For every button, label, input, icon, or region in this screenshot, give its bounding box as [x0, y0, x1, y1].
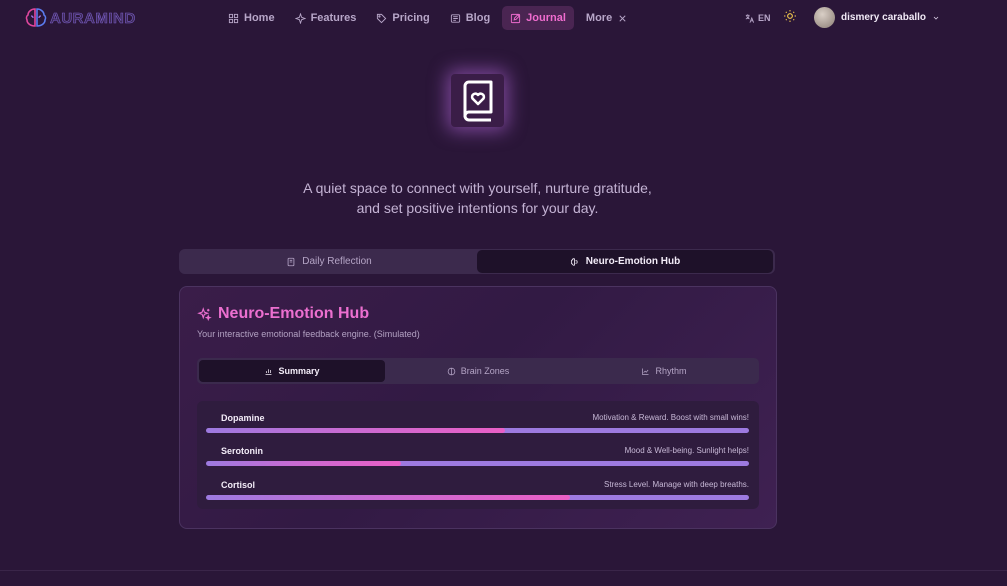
translate-icon	[745, 13, 755, 23]
line-chart-icon	[642, 368, 649, 375]
level-row-dopamine: Dopamine Motivation & Reward. Boost with…	[197, 413, 759, 443]
tab-summary-label: Summary	[278, 366, 320, 376]
close-icon	[619, 14, 626, 22]
bar-chart-icon	[265, 368, 272, 375]
level-description: Motivation & Reward. Boost with small wi…	[592, 413, 750, 422]
level-description: Stress Level. Manage with deep breaths.	[604, 480, 749, 489]
sparkle-icon	[294, 12, 306, 24]
hub-tabs: Summary Brain Zones Rhythm	[197, 358, 759, 384]
level-name: Dopamine	[221, 413, 265, 423]
level-bar	[206, 495, 749, 500]
edit-icon	[511, 13, 521, 23]
tab-daily-reflection[interactable]: Daily Reflection	[181, 250, 477, 273]
nav-blog[interactable]: Blog	[442, 6, 498, 30]
level-row-cortisol: Cortisol Stress Level. Manage with deep …	[197, 480, 759, 510]
user-name: dismery caraballo	[841, 12, 927, 23]
tag-icon	[377, 13, 387, 23]
nav-home-label: Home	[244, 12, 275, 24]
top-header: AURAMIND Home Features Pricing Blog Jour…	[0, 0, 1007, 36]
chevron-down-icon	[933, 16, 939, 20]
level-bar	[206, 461, 749, 466]
sun-icon	[783, 9, 796, 22]
hub-subtitle: Your interactive emotional feedback engi…	[197, 329, 420, 339]
newspaper-icon	[450, 13, 460, 23]
main-nav: Home Features Pricing Blog Journal More	[220, 6, 640, 30]
nav-more[interactable]: More	[578, 6, 636, 30]
levels-panel: Dopamine Motivation & Reward. Boost with…	[197, 401, 759, 509]
tab-brain-zones[interactable]: Brain Zones	[385, 360, 571, 382]
level-bar-fill	[206, 495, 570, 500]
notebook-icon	[287, 257, 295, 266]
nav-home[interactable]: Home	[220, 6, 283, 30]
nav-features-label: Features	[310, 12, 357, 24]
level-name: Serotonin	[221, 446, 263, 456]
logo[interactable]: AURAMIND	[24, 6, 136, 30]
level-bar-fill	[206, 428, 505, 433]
header-tools: EN	[744, 6, 797, 30]
tagline-line-2: and set positive intentions for your day…	[356, 200, 599, 216]
level-row-serotonin: Serotonin Mood & Well-being. Sunlight he…	[197, 446, 759, 476]
language-switcher[interactable]: EN	[744, 13, 771, 24]
nav-journal-label: Journal	[526, 12, 566, 24]
tab-daily-reflection-label: Daily Reflection	[302, 256, 372, 267]
grid-icon	[228, 13, 239, 23]
tab-rhythm[interactable]: Rhythm	[571, 360, 757, 382]
user-menu[interactable]: dismery caraballo	[814, 7, 940, 28]
nav-journal[interactable]: Journal	[502, 6, 574, 30]
tab-brain-zones-label: Brain Zones	[460, 366, 510, 376]
hero-tagline: A quiet space to connect with yourself, …	[0, 178, 955, 218]
nav-features[interactable]: Features	[287, 6, 365, 30]
avatar	[814, 7, 835, 28]
nav-more-label: More	[585, 12, 613, 24]
brain-zone-icon	[447, 367, 455, 375]
level-name: Cortisol	[221, 480, 256, 490]
nav-pricing[interactable]: Pricing	[368, 6, 437, 30]
footer-divider	[0, 570, 1007, 571]
heart-book-icon	[463, 80, 492, 121]
neuro-emotion-hub-card: Neuro-Emotion Hub Your interactive emoti…	[179, 286, 777, 529]
journal-hero-badge	[451, 74, 504, 127]
sparkles-icon	[197, 306, 212, 321]
brain-logo-icon	[25, 8, 47, 27]
tab-rhythm-label: Rhythm	[655, 366, 687, 376]
logo-text: AURAMIND	[50, 9, 136, 27]
level-bar	[206, 428, 749, 433]
hub-title-text: Neuro-Emotion Hub	[218, 305, 370, 322]
nav-blog-label: Blog	[465, 12, 491, 24]
level-description: Mood & Well-being. Sunlight helps!	[624, 446, 749, 455]
hub-title: Neuro-Emotion Hub	[197, 305, 369, 323]
tab-summary[interactable]: Summary	[199, 360, 385, 382]
level-bar-fill	[206, 461, 402, 466]
tab-neuro-emotion-hub[interactable]: Neuro-Emotion Hub	[477, 250, 773, 273]
nav-pricing-label: Pricing	[392, 12, 430, 24]
theme-toggle[interactable]	[783, 9, 797, 28]
tagline-line-1: A quiet space to connect with yourself, …	[303, 180, 652, 196]
brain-icon	[570, 257, 578, 266]
language-label: EN	[758, 13, 771, 23]
tab-neuro-emotion-hub-label: Neuro-Emotion Hub	[585, 256, 681, 267]
journal-tabs: Daily Reflection Neuro-Emotion Hub	[179, 249, 775, 274]
